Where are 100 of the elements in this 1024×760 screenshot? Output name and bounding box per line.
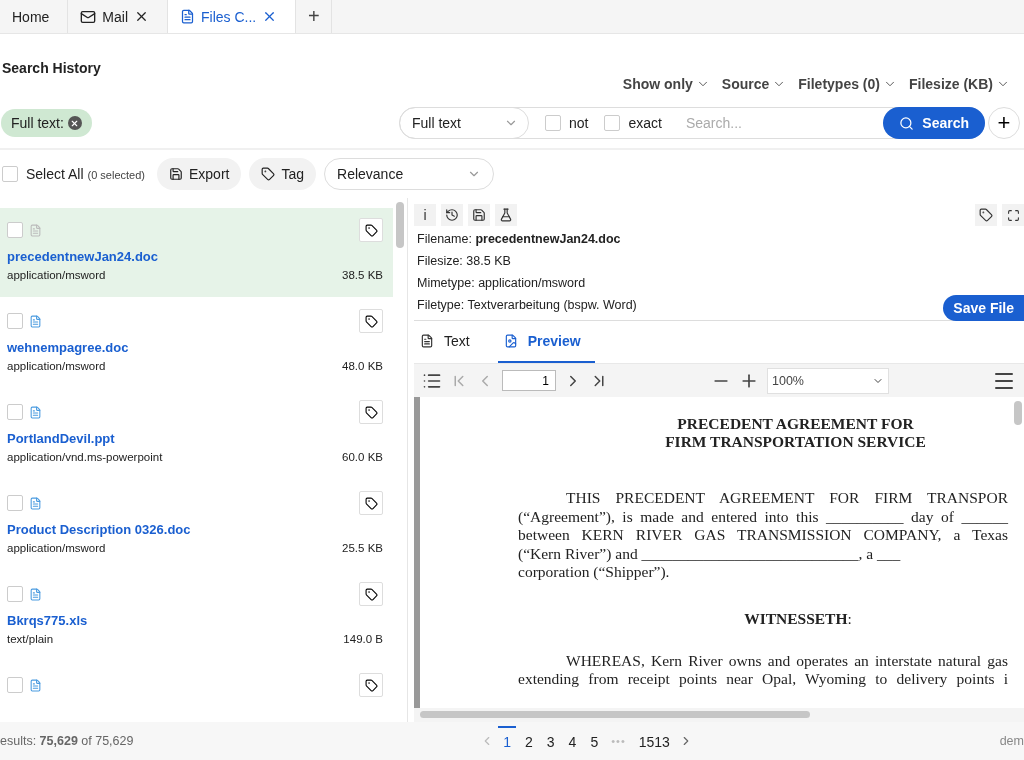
- mime-type: application/msword: [7, 360, 106, 372]
- tag-icon: [364, 678, 378, 692]
- results-count: esults: 75,629 of 75,629: [0, 734, 134, 748]
- mime-type: text/plain: [7, 633, 54, 645]
- detail-field: Filename: precedentnewJan24.doc: [417, 232, 637, 246]
- document-text: corporation (“Shipper”).: [518, 563, 671, 582]
- tag-button[interactable]: [359, 582, 383, 606]
- page-button[interactable]: 5: [585, 726, 604, 756]
- file-size: 48.0 KB: [342, 360, 383, 372]
- document-icon: [420, 334, 434, 348]
- mime-type: application/msword: [7, 542, 106, 554]
- option-label: exact: [628, 115, 662, 131]
- checkbox[interactable]: [7, 677, 23, 693]
- zoom-select[interactable]: 100%: [767, 367, 889, 394]
- scrollbar-thumb[interactable]: [1014, 401, 1022, 425]
- fullscreen-icon[interactable]: [1002, 204, 1024, 226]
- filter-dropdown[interactable]: Filetypes (0): [798, 69, 897, 98]
- add-button[interactable]: +: [988, 107, 1020, 139]
- info-button[interactable]: i: [414, 204, 436, 226]
- page-button[interactable]: 1: [498, 726, 516, 756]
- filter-dropdown[interactable]: Show only: [622, 69, 710, 98]
- file-name[interactable]: Bkrqs775.xls: [7, 613, 383, 628]
- document-icon: [29, 223, 42, 237]
- tag-button[interactable]: [359, 491, 383, 515]
- file-size: 60.0 KB: [342, 451, 383, 463]
- document-icon: [29, 678, 42, 692]
- checkbox[interactable]: [545, 115, 561, 131]
- tag-button[interactable]: [359, 673, 383, 697]
- page-button[interactable]: 3: [541, 726, 560, 756]
- file-name[interactable]: wehnempagree.doc: [7, 340, 383, 355]
- file-name[interactable]: precedentnewJan24.doc: [7, 249, 383, 264]
- more-pages: •••: [611, 735, 626, 747]
- save-icon[interactable]: [468, 204, 490, 226]
- section-title: Search History: [2, 60, 101, 78]
- checkbox[interactable]: [7, 495, 23, 511]
- save-file-button[interactable]: Save File: [943, 295, 1024, 321]
- tag-icon: [364, 496, 378, 510]
- document-text: between KERN RIVER GAS TRANSMISSION COMPANY, a Texas: [518, 526, 1008, 545]
- document-text: (“Agreement”), is made and entered into this __________ day of ______: [518, 507, 1008, 526]
- detail-field: Mimetype: application/msword: [417, 276, 637, 290]
- search-icon: [899, 115, 915, 131]
- mime-type: application/msword: [7, 269, 106, 281]
- scrollbar-thumb[interactable]: [396, 202, 404, 248]
- user-name: dem: [999, 734, 1024, 748]
- filter-chip[interactable]: Full text:: [1, 109, 92, 137]
- tag-button[interactable]: [359, 400, 383, 424]
- filter-dropdown[interactable]: Filesize (KB): [909, 69, 1010, 98]
- document-title: PRECEDENT AGREEMENT FOR: [676, 415, 915, 433]
- result-item[interactable]: precedentnewJan24.doc application/msword 38.5 KB: [0, 208, 393, 297]
- select-all-label: Select All (0 selected): [26, 166, 145, 182]
- result-item[interactable]: Product Description 0326.doc application/msword 25.5 KB: [0, 481, 393, 570]
- document-icon: [29, 587, 42, 601]
- tag-button[interactable]: [359, 309, 383, 333]
- page-button[interactable]: 4: [563, 726, 582, 756]
- view-tab[interactable]: Text: [414, 321, 484, 363]
- export-button[interactable]: Export: [156, 158, 242, 190]
- checkbox[interactable]: [604, 115, 621, 131]
- result-item[interactable]: Bkrqs775.xls text/plain 149.0 B: [0, 572, 393, 661]
- checkbox[interactable]: [2, 166, 18, 182]
- tab[interactable]: Files C...: [168, 0, 297, 33]
- tag-button[interactable]: [359, 218, 383, 242]
- mail-icon: [80, 8, 97, 25]
- tag-icon: [364, 405, 378, 419]
- document-icon: [29, 405, 42, 419]
- page-field[interactable]: 1: [502, 370, 556, 391]
- result-item[interactable]: wehnempagree.doc application/msword 48.0 KB: [0, 299, 393, 388]
- document-text: THIS PRECEDENT AGREEMENT FOR FIRM TRANSPOR: [566, 489, 1008, 508]
- checkbox[interactable]: [7, 313, 23, 329]
- checkbox[interactable]: [7, 222, 23, 238]
- document-title: FIRM TRANSPORTATION SERVICE: [664, 433, 927, 451]
- file-size: 25.5 KB: [342, 542, 383, 554]
- flask-icon[interactable]: [495, 204, 517, 226]
- checkbox[interactable]: [7, 586, 23, 602]
- document-icon: [29, 496, 42, 510]
- scrollbar-thumb[interactable]: [420, 711, 810, 718]
- document-icon: [180, 9, 196, 24]
- file-size: 149.0 B: [343, 633, 383, 645]
- tag-icon[interactable]: [975, 204, 997, 226]
- image-file-icon: [503, 334, 518, 348]
- search-button[interactable]: Search: [883, 107, 985, 139]
- history-icon[interactable]: [441, 204, 463, 226]
- result-item[interactable]: PortlandDevil.ppt application/vnd.ms-powerpoint 60.0 KB: [0, 390, 393, 479]
- remove-icon[interactable]: [67, 116, 82, 130]
- document-heading: WITNESSETH:: [744, 609, 852, 627]
- file-name[interactable]: PortlandDevil.ppt: [7, 431, 383, 446]
- file-name[interactable]: Product Description 0326.doc: [7, 522, 383, 537]
- tag-icon: [364, 223, 378, 237]
- page-button[interactable]: 1513: [633, 726, 675, 756]
- document-text: extending from receipt points near Opal, Wyoming to delivery points i: [518, 670, 1008, 689]
- filter-dropdown[interactable]: Source: [721, 69, 787, 98]
- tag-button[interactable]: Tag: [249, 158, 316, 190]
- new-tab-button[interactable]: +: [296, 0, 333, 33]
- document-text: (“Kern River”) and ____________________________, a ___: [518, 544, 902, 563]
- option-label: not: [569, 115, 589, 131]
- page-button[interactable]: 2: [520, 726, 538, 756]
- tag-icon: [364, 314, 378, 328]
- tag-icon: [261, 167, 276, 181]
- checkbox[interactable]: [7, 404, 23, 420]
- file-size: 38.5 KB: [342, 269, 383, 281]
- detail-field: Filetype: Textverarbeitung (bspw. Word): [417, 298, 637, 312]
